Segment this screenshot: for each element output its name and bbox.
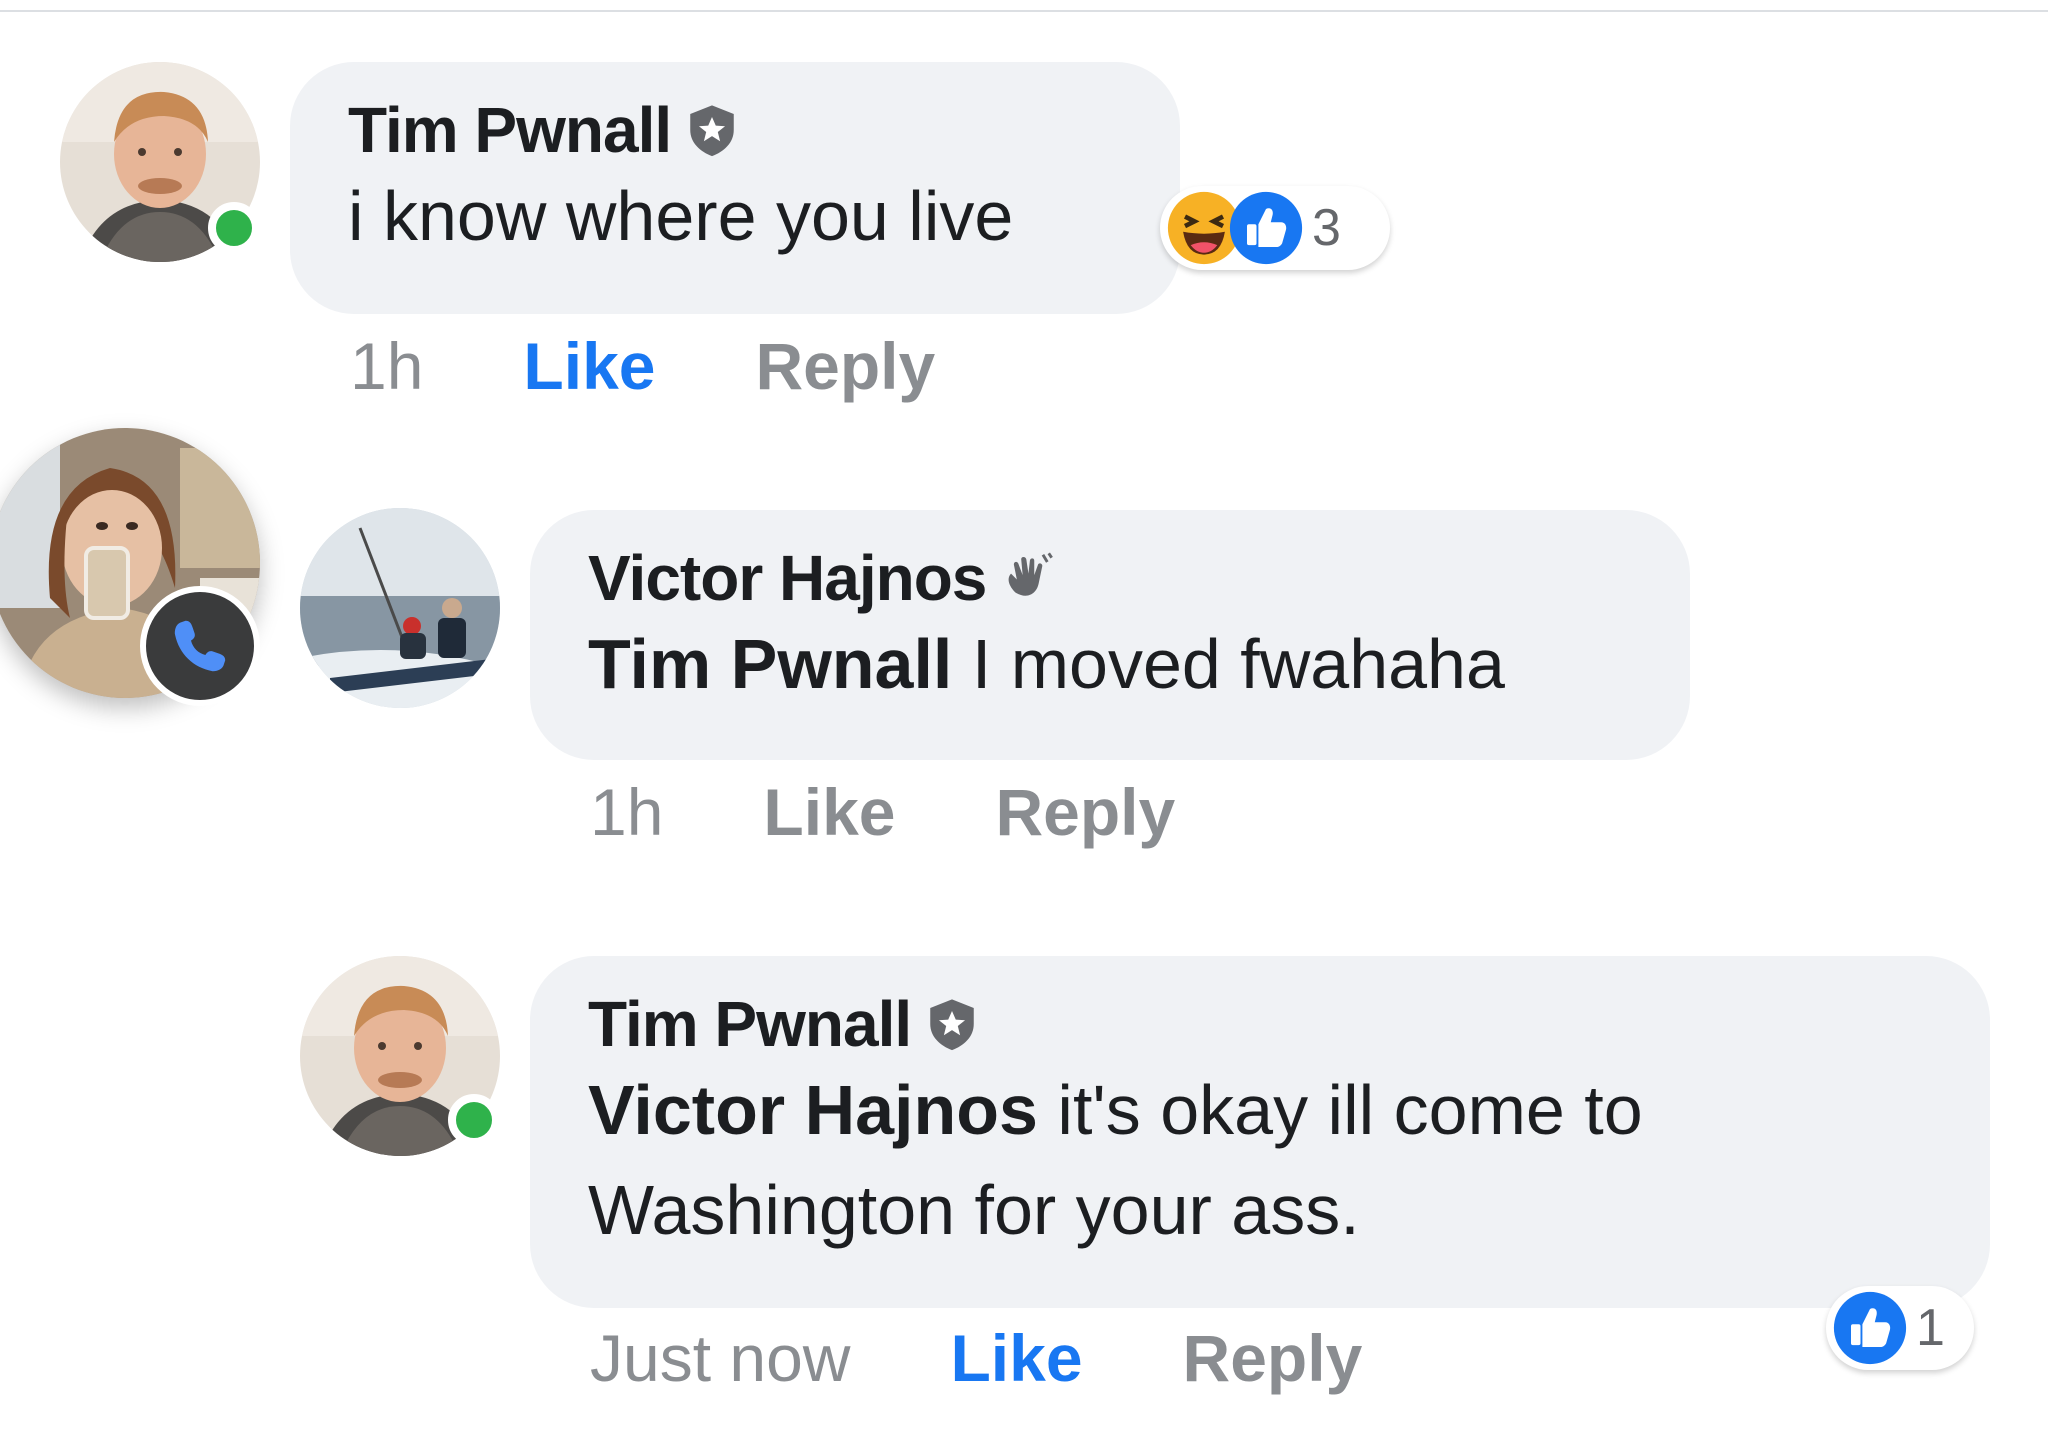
top-divider (0, 10, 2048, 12)
comment-timestamp[interactable]: 1h (350, 328, 423, 404)
reaction-summary[interactable]: 3 (1160, 186, 1390, 270)
like-icon (1832, 1290, 1908, 1366)
reaction-count: 1 (1916, 1299, 1945, 1357)
reaction-summary[interactable]: 1 (1826, 1286, 1974, 1370)
comment-bubble[interactable]: Tim Pwnall i know where you live (290, 62, 1180, 314)
like-button[interactable]: Like (523, 328, 655, 404)
reply-button[interactable]: Reply (996, 774, 1176, 850)
mention-link[interactable]: Tim Pwnall (588, 625, 952, 703)
like-icon (1228, 190, 1304, 266)
online-indicator (208, 202, 260, 254)
comment-bubble[interactable]: Victor Hajnos Tim Pwnall I moved fwahaha (530, 510, 1690, 760)
shield-star-icon (683, 101, 741, 159)
mention-link[interactable]: Victor Hajnos (588, 1071, 1038, 1149)
like-button[interactable]: Like (950, 1320, 1082, 1396)
comment-actions: Just now Like Reply (590, 1318, 1462, 1398)
comment-timestamp[interactable]: Just now (590, 1320, 850, 1396)
avatar-victor[interactable] (300, 508, 500, 708)
comment-timestamp[interactable]: 1h (590, 774, 663, 850)
comment-text: i know where you live (348, 177, 1014, 255)
comment-body-line-1: it's okay ill come to (1057, 1071, 1643, 1149)
comment-author[interactable]: Victor Hajnos (588, 541, 987, 615)
comment-bubble[interactable]: Tim Pwnall Victor Hajnos it's okay ill c… (530, 956, 1990, 1308)
comment-thread: Tim Pwnall i know where you live 3 1h Li… (0, 0, 2048, 1446)
reply-button[interactable]: Reply (756, 328, 936, 404)
comment-body: I moved fwahaha (971, 625, 1505, 703)
like-button[interactable]: Like (763, 774, 895, 850)
comment-text: Tim Pwnall I moved fwahaha (588, 614, 1632, 714)
wave-icon (998, 549, 1056, 607)
comment-body-line-2: Washington for your ass. (588, 1171, 1360, 1249)
comment-author[interactable]: Tim Pwnall (588, 987, 912, 1061)
comment-text: Victor Hajnos it's okay ill come to Wash… (588, 1060, 1932, 1260)
call-icon[interactable] (140, 586, 260, 706)
comment-author[interactable]: Tim Pwnall (348, 93, 672, 167)
comment-actions: 1h Like Reply (350, 326, 1035, 406)
online-indicator (448, 1094, 500, 1146)
comment-actions: 1h Like Reply (590, 772, 1275, 852)
reply-button[interactable]: Reply (1183, 1320, 1363, 1396)
reaction-count: 3 (1312, 199, 1341, 257)
shield-star-icon (923, 995, 981, 1053)
